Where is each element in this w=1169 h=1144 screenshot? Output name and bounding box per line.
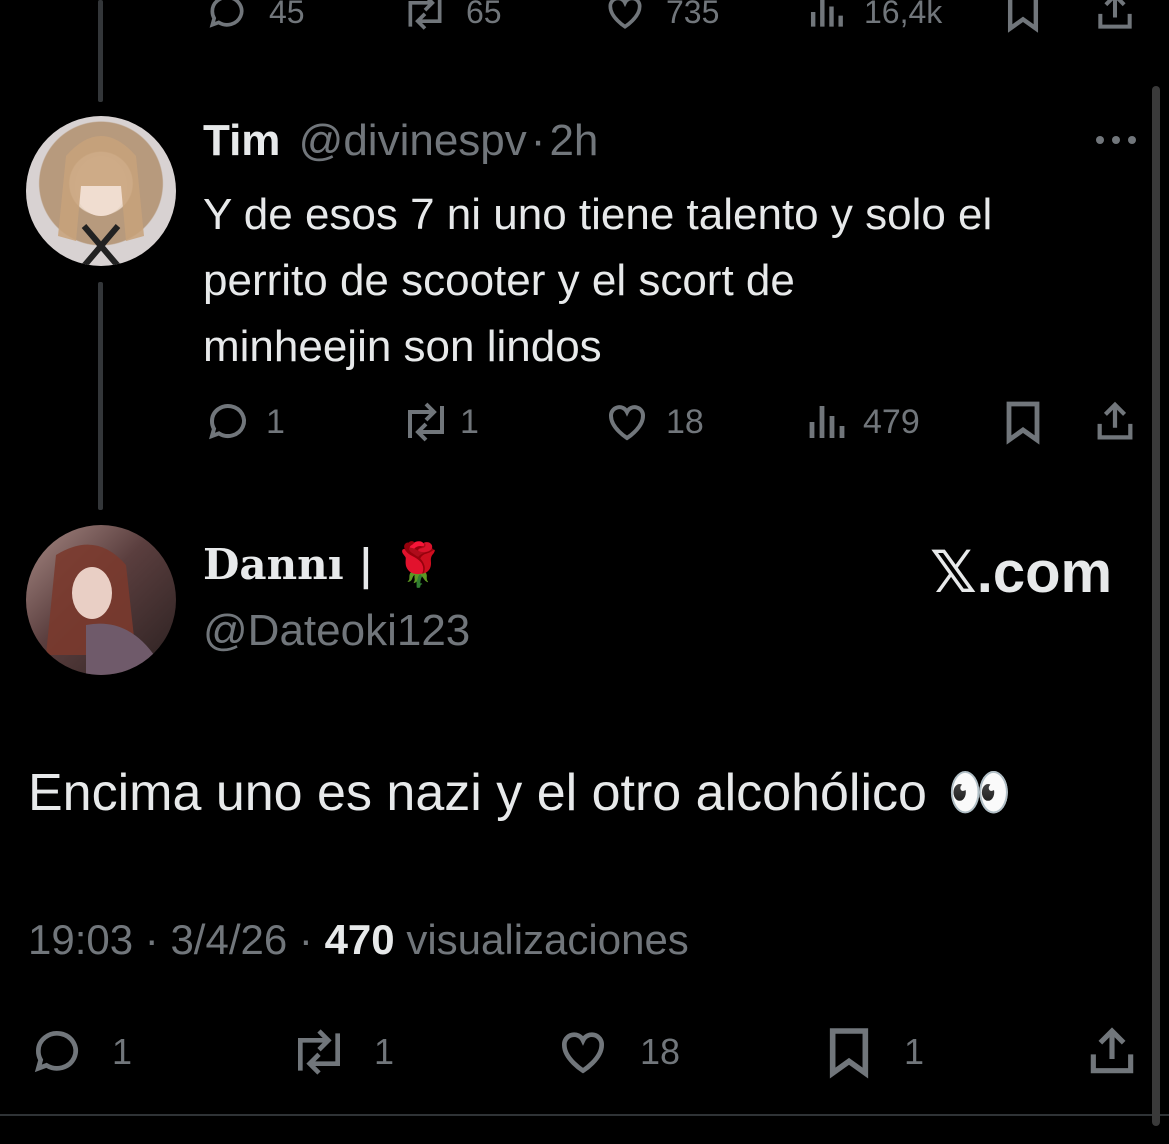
top-like-count: 735 — [666, 0, 720, 30]
main-like-count: 18 — [640, 1031, 681, 1072]
main-reply-count: 1 — [112, 1031, 133, 1072]
avatar-figure — [58, 136, 144, 266]
main-repost-count: 1 — [374, 1031, 395, 1072]
x-com-watermark: 𝕏.com — [930, 540, 1113, 605]
views-icon — [809, 406, 845, 438]
more-icon — [1096, 136, 1136, 144]
tweet-time[interactable]: 19:03 — [28, 916, 133, 963]
reply-avatar[interactable] — [26, 116, 176, 266]
top-views-action[interactable]: 16,4k — [806, 0, 942, 34]
reply-repost-action[interactable]: 1 — [398, 398, 479, 446]
main-reply-action[interactable]: 1 — [28, 1024, 132, 1080]
main-repost-action[interactable]: 1 — [286, 1024, 394, 1080]
like-icon — [609, 405, 645, 441]
main-tweet-meta: 19:03 · 3/4/26 · 470 visualizaciones — [28, 916, 689, 964]
top-views-count: 16,4k — [864, 0, 943, 30]
reply-views-action[interactable]: 479 — [805, 398, 920, 446]
bookmark-icon — [1007, 0, 1039, 33]
meta-separator: · — [298, 916, 313, 963]
reply-text-line: minheejin son lindos — [203, 322, 602, 371]
main-avatar[interactable] — [26, 525, 176, 675]
avatar-figure — [46, 544, 166, 675]
main-author-name-row[interactable]: Dannı | 🌹 — [203, 540, 445, 590]
meta-separator: · — [144, 916, 159, 963]
rose-emoji: 🌹 — [392, 540, 445, 589]
views-icon — [810, 0, 843, 27]
reply-time[interactable]: 2h — [549, 116, 598, 165]
reply-views-count: 479 — [863, 402, 920, 441]
share-icon — [1098, 0, 1132, 29]
repost-icon — [298, 1029, 340, 1075]
top-repost-count: 65 — [466, 0, 502, 30]
reply-time-separator: · — [530, 116, 546, 165]
reply-reply-count: 1 — [266, 402, 285, 441]
reply-author-name[interactable]: Tim — [203, 116, 280, 165]
reply-reply-action[interactable]: 1 — [204, 398, 285, 446]
top-share-action[interactable] — [1093, 0, 1137, 34]
thread-line-bottom — [98, 282, 103, 510]
reply-icon — [209, 0, 244, 28]
share-icon — [1090, 1027, 1134, 1074]
more-options-button[interactable] — [1094, 128, 1138, 157]
reply-bookmark-action[interactable] — [1002, 398, 1044, 446]
views-count: 470 — [324, 916, 395, 963]
bookmark-icon — [1006, 401, 1040, 445]
reply-icon — [34, 1031, 78, 1073]
thread-line-top — [98, 0, 103, 102]
reply-like-action[interactable]: 18 — [602, 398, 704, 446]
bottom-divider — [0, 1114, 1169, 1116]
tweet-date[interactable]: 3/4/26 — [170, 916, 287, 963]
main-tweet-text: Encima uno es nazi y el otro alcohólico … — [28, 762, 1012, 823]
reply-share-action[interactable] — [1092, 398, 1138, 446]
top-repost-action[interactable]: 65 — [398, 0, 502, 34]
eyes-emoji: 👀 — [947, 764, 1013, 822]
views-label: visualizaciones — [406, 916, 689, 963]
bookmark-icon — [829, 1028, 869, 1079]
like-icon — [608, 0, 642, 29]
main-share-action[interactable] — [1084, 1024, 1140, 1080]
top-bookmark-action[interactable] — [1003, 0, 1043, 34]
repost-icon — [408, 0, 442, 30]
repost-icon — [408, 402, 444, 442]
reply-text: Y de esos 7 ni uno tiene talento y solo … — [203, 182, 992, 380]
reply-author-handle[interactable]: @divinespv — [299, 116, 527, 165]
main-author-handle[interactable]: @Dateoki123 — [203, 606, 470, 656]
main-tweet-text-body: Encima uno es nazi y el otro alcohólico — [28, 764, 927, 822]
reply-text-line: Y de esos 7 ni uno tiene talento y solo … — [203, 190, 993, 239]
main-bookmark-action[interactable]: 1 — [824, 1024, 924, 1080]
top-like-action[interactable]: 735 — [602, 0, 719, 34]
main-like-action[interactable]: 18 — [552, 1024, 680, 1080]
top-reply-action[interactable]: 45 — [205, 0, 305, 34]
scrollbar[interactable] — [1152, 86, 1160, 1126]
reply-like-count: 18 — [666, 402, 704, 441]
main-bookmark-count: 1 — [904, 1031, 925, 1072]
reply-header: Tim @divinespv·2h — [203, 116, 598, 166]
reply-repost-count: 1 — [460, 402, 479, 441]
like-icon — [562, 1032, 604, 1074]
main-author-name: Dannı | — [203, 540, 374, 589]
share-icon — [1097, 401, 1133, 440]
top-reply-count: 45 — [269, 0, 305, 30]
reply-icon — [209, 404, 246, 440]
reply-text-line: perrito de scooter y el scort de — [203, 256, 795, 305]
